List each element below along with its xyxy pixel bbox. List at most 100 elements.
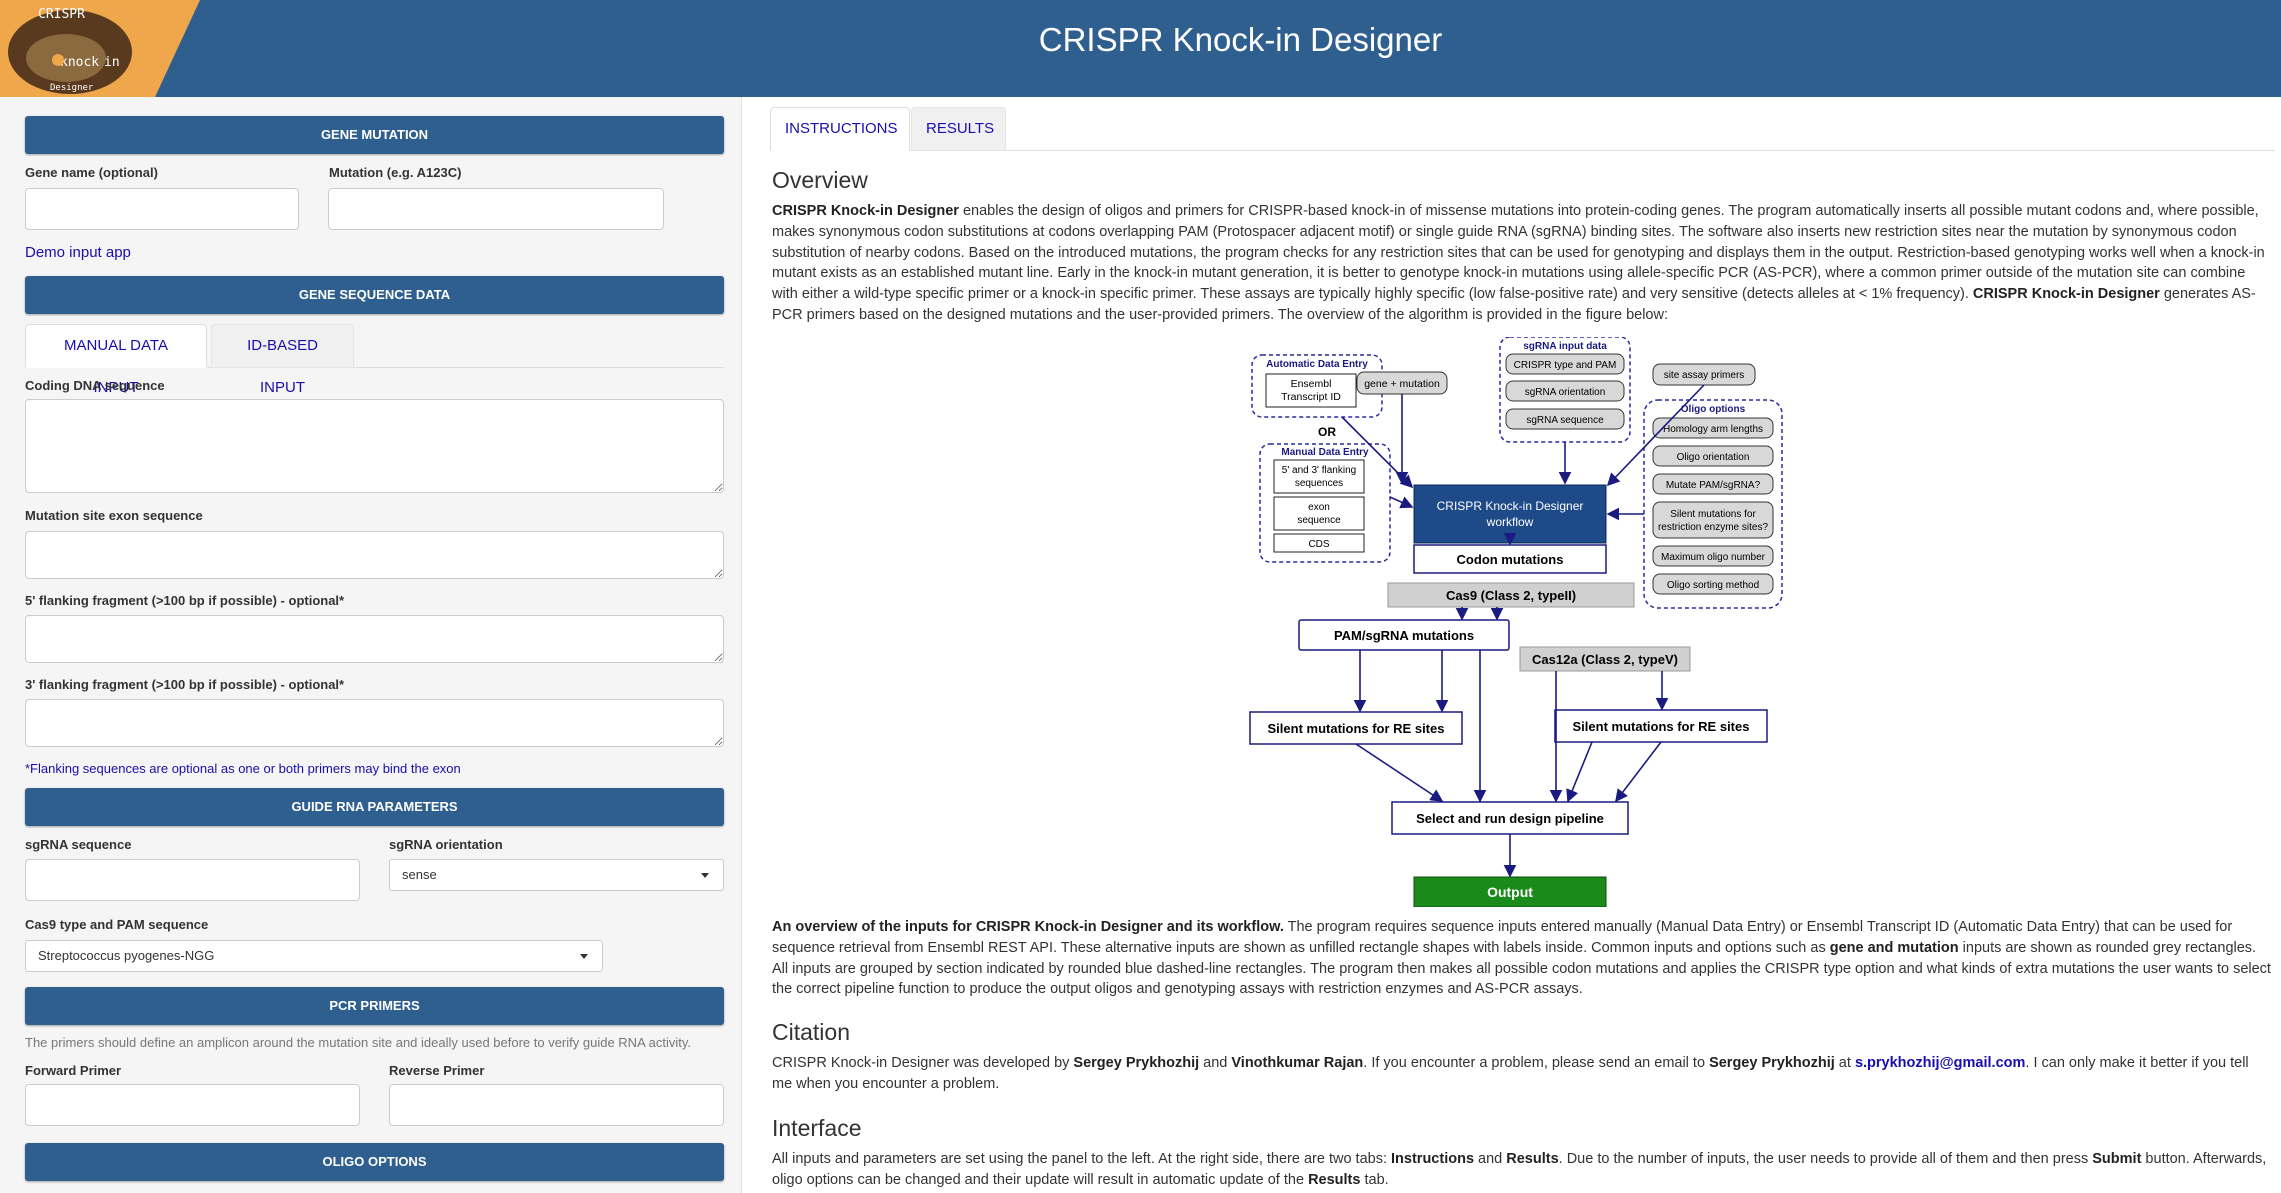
interface-bold-2: Results bbox=[1506, 1151, 1559, 1167]
or-label: OR bbox=[1318, 425, 1336, 439]
main-tabs: INSTRUCTIONS RESULTS bbox=[770, 107, 2275, 151]
logo-text-knock: knock bbox=[60, 55, 99, 70]
chevron-down-icon bbox=[580, 954, 588, 959]
overview-bold-2: CRISPR Knock-in Designer bbox=[1972, 286, 2160, 303]
oligo-options-label: Oligo options bbox=[1681, 404, 1746, 415]
oligo-orient-label: Oligo orientation bbox=[1677, 452, 1750, 463]
output-label: Output bbox=[1487, 884, 1533, 900]
exon-label-2: sequence bbox=[1297, 515, 1341, 526]
exon-label-1: exon bbox=[1308, 502, 1330, 513]
codon-mutations-label: Codon mutations bbox=[1457, 552, 1564, 567]
sgrna-orientation-label: sgRNA orientation bbox=[389, 837, 503, 852]
flanking-label-1: 5' and 3' flanking bbox=[1282, 465, 1356, 476]
cas12a-label: Cas12a (Class 2, typeV) bbox=[1532, 652, 1678, 667]
site-assay-label: site assay primers bbox=[1664, 370, 1745, 381]
sort-method-label: Oligo sorting method bbox=[1667, 580, 1759, 591]
input-mode-tabs: MANUAL DATA INPUT ID-BASED INPUT bbox=[25, 324, 724, 396]
overview-heading: Overview bbox=[772, 167, 868, 193]
max-oligo-label: Maximum oligo number bbox=[1661, 552, 1766, 563]
interface-bold-4: Results bbox=[1308, 1171, 1361, 1188]
citation-text-3: . If you encounter a problem, please sen… bbox=[1363, 1055, 1710, 1071]
silent-right-label: Silent mutations for RE sites bbox=[1573, 719, 1750, 734]
pam-sgrna-label: PAM/sgRNA mutations bbox=[1334, 628, 1474, 643]
chevron-down-icon bbox=[701, 873, 709, 878]
tab-instructions[interactable]: INSTRUCTIONS bbox=[770, 107, 910, 151]
pcr-primers-section-button[interactable]: PCR PRIMERS bbox=[25, 987, 724, 1025]
reverse-primer-input[interactable] bbox=[389, 1084, 724, 1126]
page-title: CRISPR Knock-in Designer bbox=[1038, 21, 1443, 58]
citation-paragraph: CRISPR Knock-in Designer was developed b… bbox=[772, 1053, 2272, 1095]
gene-name-input[interactable] bbox=[25, 188, 299, 230]
app-logo: CRISPR knock in Designer bbox=[0, 0, 200, 97]
app-header: CRISPR knock in Designer CRISPR Knock-in… bbox=[0, 0, 2281, 97]
manual-entry-label: Manual Data Entry bbox=[1281, 447, 1369, 458]
auto-entry-label: Automatic Data Entry bbox=[1266, 359, 1368, 370]
caption-bold-2: gene and mutation bbox=[1829, 939, 1959, 956]
citation-text-2: and bbox=[1199, 1055, 1232, 1071]
flank5-label: 5' flanking fragment (>100 bp if possibl… bbox=[25, 593, 345, 608]
sgrna-orientation-select[interactable]: sense bbox=[389, 859, 724, 891]
gene-sequence-section-button[interactable]: GENE SEQUENCE DATA bbox=[25, 276, 724, 314]
forward-primer-input[interactable] bbox=[25, 1084, 360, 1126]
interface-text-1: All inputs and parameters are set using … bbox=[772, 1151, 1392, 1167]
workflow-diagram: Automatic Data Entry Ensembl Transcript … bbox=[1249, 337, 1783, 907]
pipeline-label: Select and run design pipeline bbox=[1416, 811, 1604, 826]
email-link[interactable]: s.prykhozhij@gmail.com bbox=[1855, 1055, 2025, 1071]
gene-mutation-label: gene + mutation bbox=[1364, 378, 1440, 390]
gene-name-label: Gene name (optional) bbox=[25, 165, 158, 180]
workflow-label-2: workflow bbox=[1486, 515, 1534, 529]
sgrna-seq-label: sgRNA sequence bbox=[1526, 415, 1604, 426]
interface-text-5: tab. bbox=[1360, 1171, 1389, 1188]
flanking-label-2: sequences bbox=[1295, 478, 1343, 489]
exon-sequence-label: Mutation site exon sequence bbox=[25, 508, 203, 523]
interface-bold-3: Submit bbox=[2092, 1151, 2142, 1167]
gene-mutation-section-button[interactable]: GENE MUTATION bbox=[25, 116, 724, 154]
main-panel: INSTRUCTIONS RESULTS Overview CRISPR Kno… bbox=[742, 97, 2281, 1193]
ensembl-label-1: Ensembl bbox=[1291, 378, 1332, 390]
workflow-box bbox=[1413, 484, 1607, 544]
silent-re-label-1: Silent mutations for bbox=[1670, 509, 1756, 520]
citation-text-4: at bbox=[1834, 1055, 1855, 1071]
interface-paragraph: All inputs and parameters are set using … bbox=[772, 1149, 2272, 1191]
overview-paragraph: CRISPR Knock-in Designer enables the des… bbox=[772, 201, 2272, 326]
citation-bold-2: Vinothkumar Rajan bbox=[1231, 1055, 1364, 1071]
cas9-value: Streptococcus pyogenes-NGG bbox=[38, 948, 215, 963]
flank3-label: 3' flanking fragment (>100 bp if possibl… bbox=[25, 677, 345, 692]
sgrna-sequence-input[interactable] bbox=[25, 859, 360, 901]
flank5-textarea[interactable] bbox=[25, 615, 724, 663]
exon-sequence-textarea[interactable] bbox=[25, 531, 724, 579]
overview-bold-1: CRISPR Knock-in Designer bbox=[772, 203, 959, 219]
interface-text-3: . Due to the number of inputs, the user … bbox=[1558, 1151, 2093, 1167]
cds-label: CDS bbox=[1308, 539, 1329, 550]
sgrna-orientation-value: sense bbox=[402, 867, 437, 882]
cas9-select[interactable]: Streptococcus pyogenes-NGG bbox=[25, 940, 603, 972]
guide-rna-section-button[interactable]: GUIDE RNA PARAMETERS bbox=[25, 788, 724, 826]
coding-dna-textarea[interactable] bbox=[25, 399, 724, 493]
workflow-label-1: CRISPR Knock-in Designer bbox=[1437, 499, 1584, 513]
logo-text-in: in bbox=[104, 55, 120, 70]
pcr-note: The primers should define an amplicon ar… bbox=[25, 1035, 692, 1050]
reverse-primer-label: Reverse Primer bbox=[389, 1063, 485, 1078]
cas9-diagram-label: Cas9 (Class 2, typeII) bbox=[1446, 588, 1576, 603]
caption-bold: An overview of the inputs for CRISPR Kno… bbox=[772, 919, 1284, 935]
demo-input-link[interactable]: Demo input app bbox=[25, 244, 131, 261]
mutate-pam-label: Mutate PAM/sgRNA? bbox=[1666, 480, 1761, 491]
oligo-options-section-button[interactable]: OLIGO OPTIONS bbox=[25, 1143, 724, 1181]
flank3-textarea[interactable] bbox=[25, 699, 724, 747]
figure-caption: An overview of the inputs for CRISPR Kno… bbox=[772, 917, 2272, 1000]
mutation-label: Mutation (e.g. A123C) bbox=[329, 165, 462, 180]
citation-bold-3: Sergey Prykhozhij bbox=[1709, 1055, 1835, 1071]
silent-left-label: Silent mutations for RE sites bbox=[1268, 721, 1445, 736]
crispr-type-label: CRISPR type and PAM bbox=[1514, 360, 1617, 371]
tab-manual-data-input[interactable]: MANUAL DATA INPUT bbox=[25, 324, 207, 396]
tab-results[interactable]: RESULTS bbox=[911, 107, 1006, 151]
mutation-input[interactable] bbox=[328, 188, 664, 230]
interface-heading: Interface bbox=[772, 1115, 862, 1141]
sgrna-orient-label: sgRNA orientation bbox=[1525, 387, 1606, 398]
citation-heading: Citation bbox=[772, 1019, 850, 1045]
coding-dna-label: Coding DNA sequence bbox=[25, 378, 165, 393]
logo-text-crispr: CRISPR bbox=[38, 7, 85, 22]
ensembl-label-2: Transcript ID bbox=[1281, 391, 1341, 403]
tab-id-based-input[interactable]: ID-BASED INPUT bbox=[211, 324, 354, 396]
citation-bold-1: Sergey Prykhozhij bbox=[1073, 1055, 1200, 1071]
